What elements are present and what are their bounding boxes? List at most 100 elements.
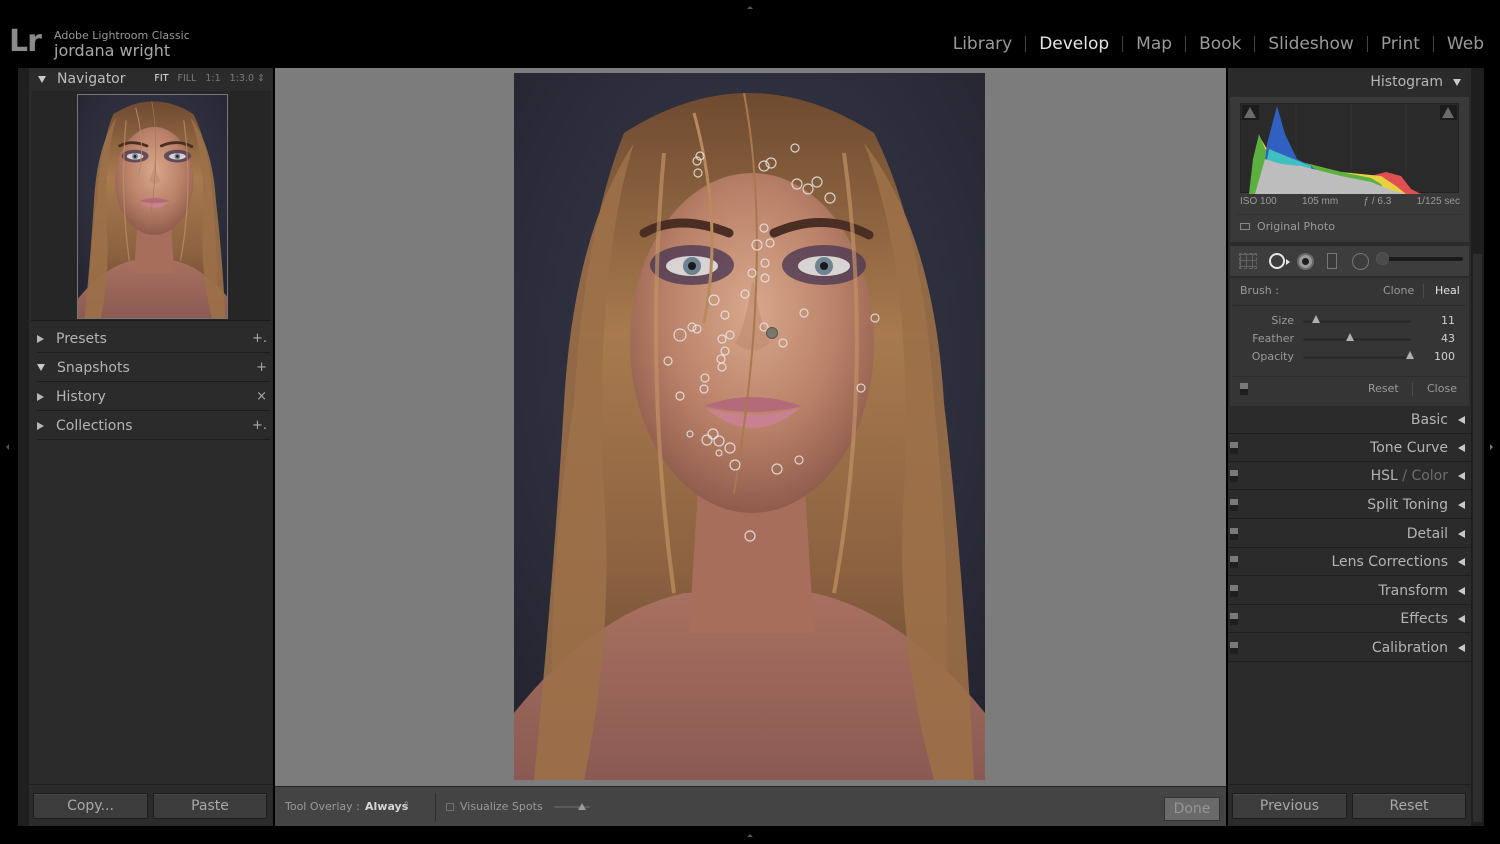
- section-collections[interactable]: Collections +.: [37, 412, 270, 440]
- crop-overlay-icon[interactable]: [1239, 253, 1257, 269]
- portrait-image: [514, 73, 985, 780]
- image-canvas[interactable]: [275, 68, 1226, 786]
- zoom-fit[interactable]: FIT: [154, 73, 168, 84]
- top-panel-toggle-icon[interactable]: [747, 6, 753, 9]
- collapse-triangle-icon: [37, 364, 45, 371]
- section-toggle-switch[interactable]: [1230, 470, 1238, 482]
- zoom-1-1[interactable]: 1:1: [205, 73, 220, 84]
- paste-button[interactable]: Paste: [153, 793, 267, 819]
- expand-triangle-icon: [1458, 557, 1465, 566]
- section-label-suffix[interactable]: / Color: [1398, 468, 1448, 484]
- visualize-spots-label[interactable]: Visualize Spots: [460, 800, 543, 813]
- main-photo[interactable]: [514, 73, 985, 780]
- section-toggle-switch[interactable]: [1230, 528, 1238, 540]
- done-button[interactable]: Done: [1164, 797, 1220, 821]
- shadow-clipping-icon[interactable]: [1242, 105, 1259, 120]
- navigator-thumbnail[interactable]: [77, 94, 228, 319]
- updown-arrows-icon[interactable]: ⇕: [403, 800, 410, 809]
- section-toggle-switch[interactable]: [1230, 585, 1238, 597]
- panel-section-effects[interactable]: Effects: [1228, 605, 1471, 633]
- section-toggle-switch[interactable]: [1230, 556, 1238, 568]
- panel-section-hsl[interactable]: HSL / Color: [1228, 462, 1471, 490]
- histogram-header[interactable]: Histogram: [1228, 68, 1471, 96]
- zoom-custom[interactable]: 1:3.0 ⇕: [230, 73, 265, 84]
- module-web[interactable]: Web: [1434, 34, 1484, 54]
- size-value[interactable]: 11: [1441, 314, 1455, 327]
- left-panel-toggle-icon[interactable]: [6, 444, 9, 450]
- section-label-text: Transform: [1378, 582, 1448, 599]
- opacity-slider-thumb[interactable]: [1406, 351, 1414, 359]
- graduated-filter-icon[interactable]: [1327, 253, 1337, 269]
- tool-overlay-select[interactable]: Always: [365, 800, 408, 813]
- panel-section-calibration[interactable]: Calibration: [1228, 634, 1471, 662]
- module-slideshow[interactable]: Slideshow: [1255, 34, 1366, 54]
- panel-section-split-toning[interactable]: Split Toning: [1228, 491, 1471, 519]
- clear-history-icon[interactable]: ×: [256, 389, 267, 404]
- panel-section-basic[interactable]: Basic: [1228, 406, 1471, 434]
- right-panel-toggle-icon[interactable]: [1490, 444, 1493, 450]
- feather-value[interactable]: 43: [1441, 332, 1455, 345]
- visualize-spots-slider[interactable]: [554, 803, 590, 810]
- original-photo-label: Original Photo: [1257, 220, 1335, 233]
- zoom-fill[interactable]: FILL: [178, 73, 197, 84]
- scrollbar-thumb[interactable]: [1473, 254, 1482, 822]
- panel-section-tone-curve[interactable]: Tone Curve: [1228, 434, 1471, 462]
- toolbar-separator: [435, 793, 436, 821]
- previous-button[interactable]: Previous: [1232, 793, 1347, 819]
- add-snapshot-icon[interactable]: +: [256, 360, 267, 375]
- tool-toggle-switch[interactable]: [1240, 383, 1248, 395]
- module-develop[interactable]: Develop: [1026, 34, 1122, 54]
- right-panel-scrollbar[interactable]: [1471, 68, 1484, 826]
- section-toggle-switch[interactable]: [1230, 642, 1238, 654]
- spot-removal-icon[interactable]: [1269, 253, 1285, 269]
- opacity-label: Opacity: [1251, 350, 1294, 363]
- visualize-spots-checkbox[interactable]: [446, 803, 454, 811]
- adjustment-brush-icon[interactable]: [1376, 252, 1389, 265]
- section-toggle-switch[interactable]: [1230, 613, 1238, 625]
- section-label-text: Calibration: [1371, 639, 1448, 656]
- section-label: Transform: [1378, 583, 1448, 599]
- module-print[interactable]: Print: [1368, 34, 1433, 54]
- left-panel-footer: Copy... Paste: [29, 784, 273, 826]
- section-toggle-switch[interactable]: [1230, 442, 1238, 454]
- highlight-clipping-icon[interactable]: [1440, 105, 1457, 120]
- section-label: Split Toning: [1367, 497, 1448, 513]
- spot-reset-button[interactable]: Reset: [1368, 382, 1399, 395]
- module-library[interactable]: Library: [940, 34, 1025, 54]
- navigator-preview[interactable]: [31, 91, 271, 321]
- opacity-value[interactable]: 100: [1434, 350, 1455, 363]
- section-snapshots[interactable]: Snapshots +: [37, 354, 270, 382]
- slider-thumb[interactable]: [578, 803, 586, 810]
- expand-triangle-icon: [1458, 529, 1465, 538]
- adjustment-brush-slider[interactable]: [1376, 252, 1463, 265]
- feather-slider[interactable]: [1303, 333, 1411, 341]
- histogram-graph[interactable]: [1240, 103, 1459, 194]
- module-map[interactable]: Map: [1123, 34, 1185, 54]
- size-slider[interactable]: [1303, 315, 1411, 323]
- section-label-text: Split Toning: [1367, 496, 1448, 513]
- original-photo-toggle[interactable]: Original Photo: [1240, 220, 1335, 233]
- section-toggle-switch[interactable]: [1230, 499, 1238, 511]
- radial-filter-icon[interactable]: [1352, 253, 1369, 270]
- add-collection-icon[interactable]: +.: [252, 418, 267, 433]
- section-history[interactable]: History ×: [37, 383, 270, 411]
- red-eye-icon[interactable]: [1297, 253, 1314, 270]
- add-preset-icon[interactable]: +.: [252, 331, 267, 346]
- clone-mode-button[interactable]: Clone: [1383, 284, 1414, 297]
- panel-section-detail[interactable]: Detail: [1228, 520, 1471, 548]
- feather-slider-thumb[interactable]: [1345, 333, 1354, 341]
- size-slider-thumb[interactable]: [1311, 315, 1320, 323]
- reset-button[interactable]: Reset: [1352, 793, 1466, 819]
- heal-mode-button[interactable]: Heal: [1435, 284, 1460, 297]
- section-presets[interactable]: Presets +.: [37, 325, 270, 353]
- module-book[interactable]: Book: [1186, 34, 1254, 54]
- filmstrip-toggle-icon[interactable]: [747, 834, 753, 837]
- copy-button[interactable]: Copy...: [33, 793, 148, 819]
- opacity-slider[interactable]: [1303, 351, 1414, 359]
- spot-close-button[interactable]: Close: [1427, 382, 1457, 395]
- selected-spot-pin[interactable]: [766, 327, 778, 339]
- panel-section-lens-corrections[interactable]: Lens Corrections: [1228, 548, 1471, 576]
- panel-section-transform[interactable]: Transform: [1228, 577, 1471, 605]
- collapse-triangle-icon: [1453, 78, 1461, 86]
- develop-toolbar: Tool Overlay : Always ⇕ Visualize Spots …: [275, 786, 1226, 826]
